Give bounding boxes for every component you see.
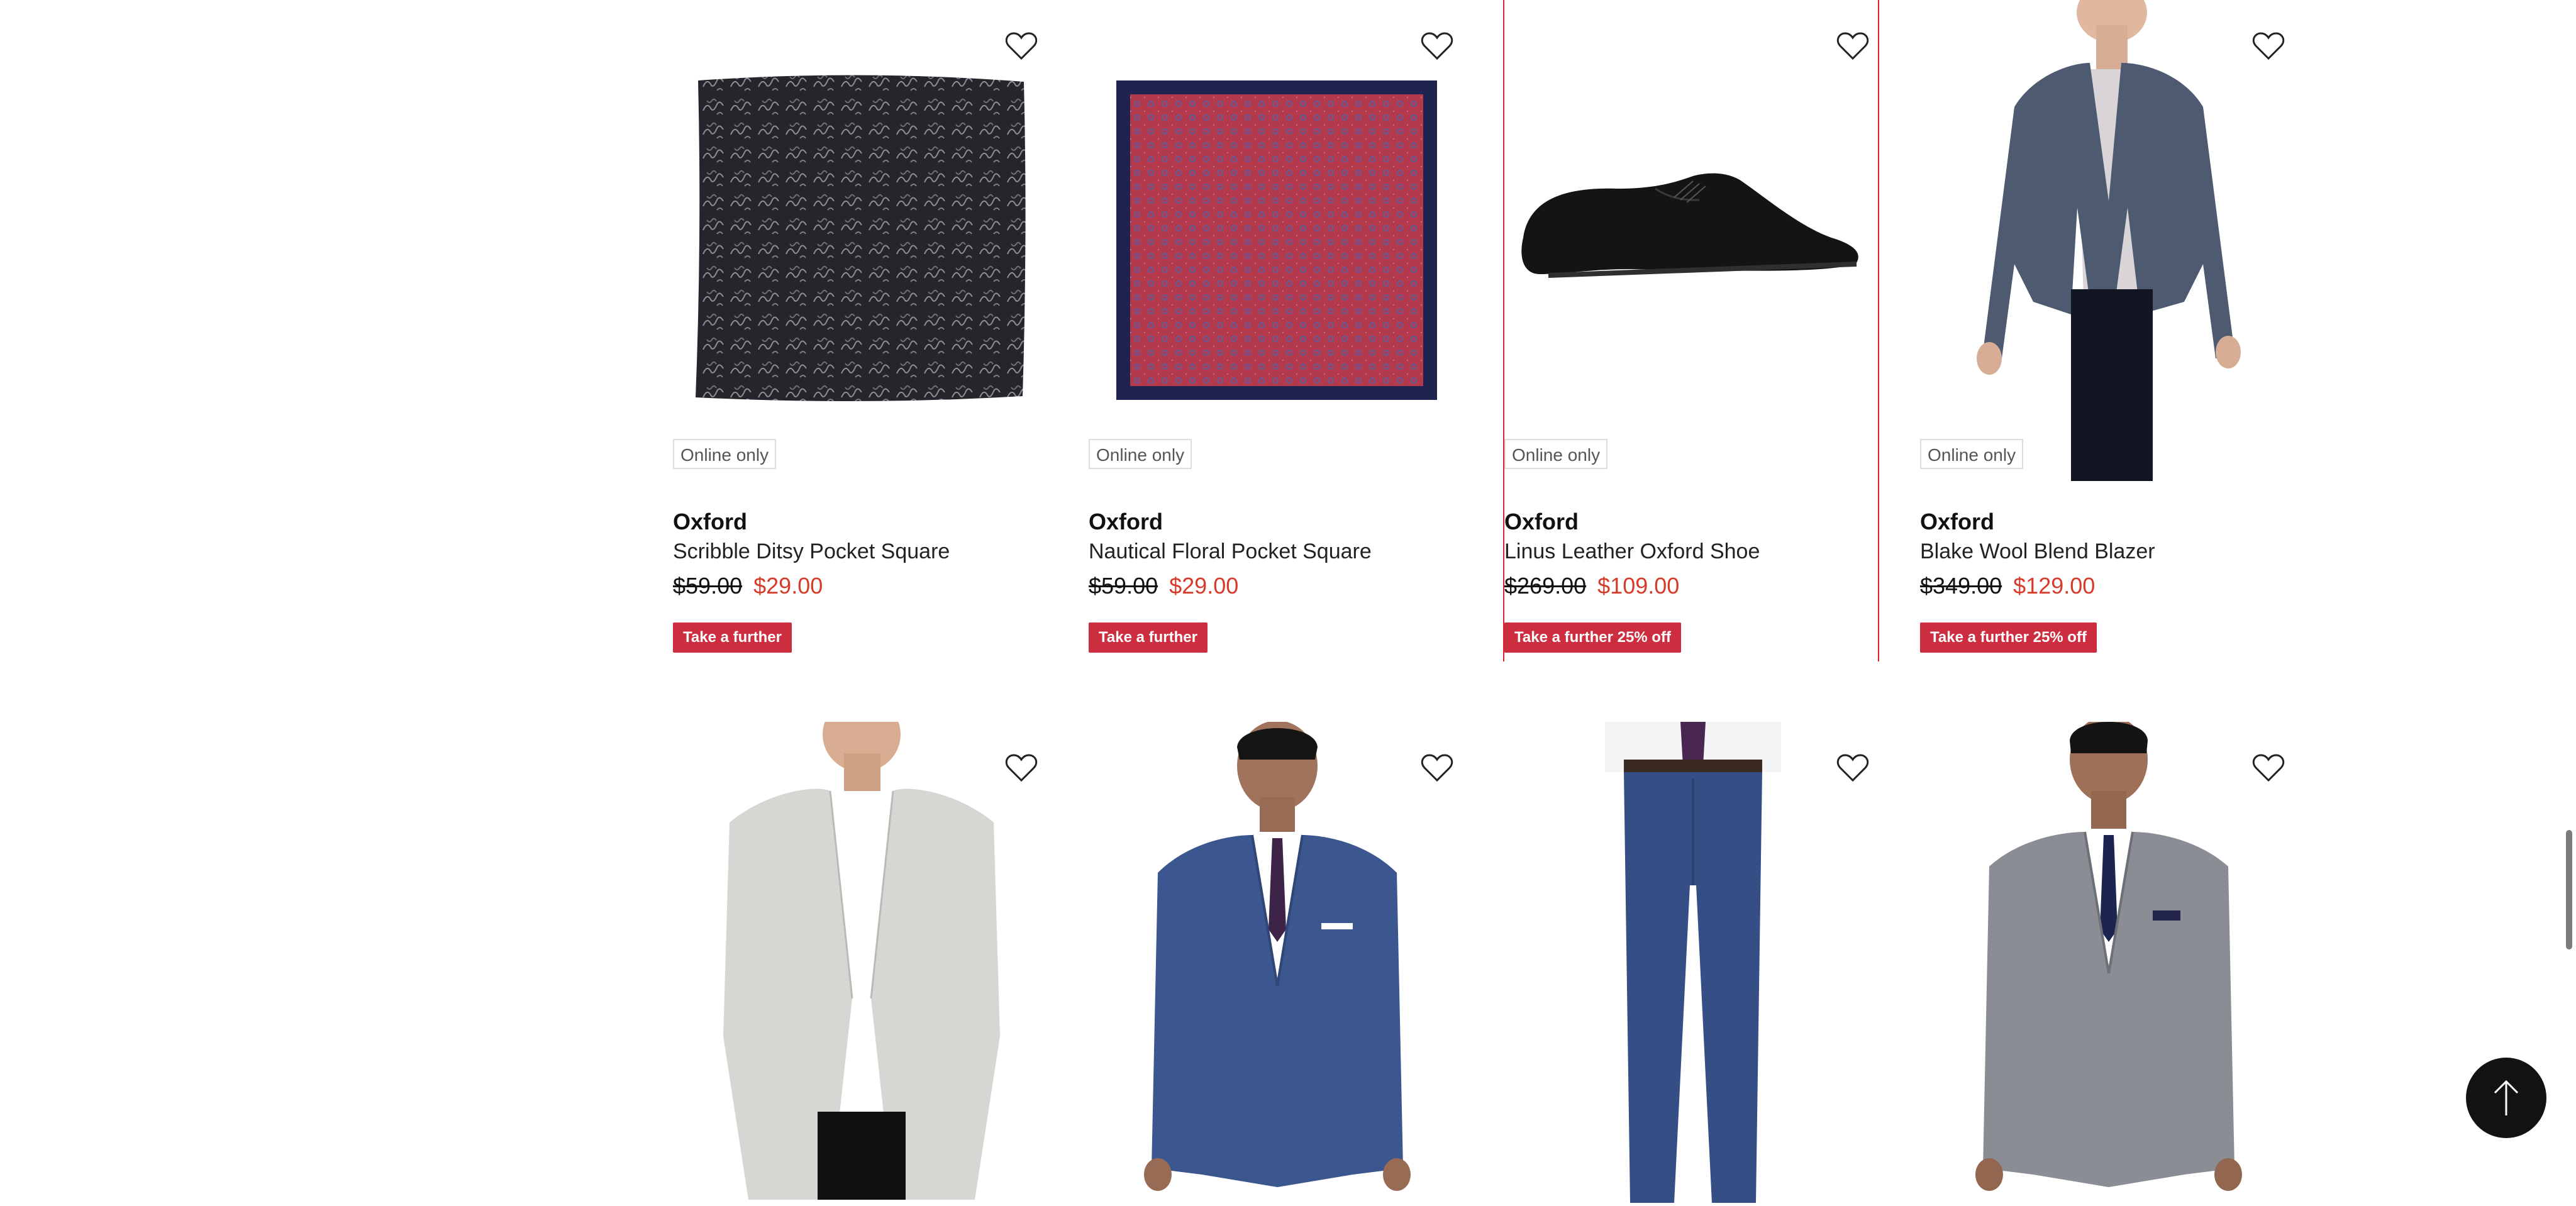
navy-blazer-model-image (1977, 0, 2241, 481)
favourite-button[interactable] (2250, 750, 2287, 787)
original-price: $59.00 (1089, 573, 1158, 599)
original-price: $269.00 (1504, 573, 1587, 599)
promo-badge: Take a further (1089, 622, 1208, 653)
sale-price: $109.00 (1597, 573, 1680, 599)
heart-outline-icon (1005, 754, 1038, 782)
online-only-badge: Online only (1089, 439, 1192, 469)
favourite-button[interactable] (1002, 28, 1040, 65)
online-only-badge: Online only (1504, 439, 1608, 469)
product-prices: $349.00 $129.00 (1920, 572, 2095, 600)
product-image[interactable] (1089, 0, 1466, 481)
favourite-button[interactable] (1002, 750, 1040, 787)
promo-badge: Take a further 25% off (1504, 622, 1681, 653)
heart-outline-icon (1836, 754, 1869, 782)
page-scrollbar[interactable] (2562, 0, 2576, 1168)
hover-outline-right (1878, 0, 1879, 661)
black-oxford-shoe-image (1521, 173, 1858, 278)
product-name[interactable]: Blake Wool Blend Blazer (1920, 538, 2155, 565)
original-price: $59.00 (673, 573, 743, 599)
sale-price: $29.00 (1169, 573, 1239, 599)
online-only-badge: Online only (673, 439, 777, 469)
scrollbar-thumb[interactable] (2566, 830, 2572, 949)
heart-outline-icon (1005, 32, 1038, 60)
light-grey-blazer-model-image (723, 697, 1000, 1200)
heart-outline-icon (1836, 32, 1869, 60)
original-price: $349.00 (1920, 573, 2002, 599)
product-image[interactable] (1504, 0, 1882, 481)
product-image[interactable] (673, 0, 1050, 481)
favourite-button[interactable] (1834, 28, 1872, 65)
product-brand[interactable]: Oxford (673, 508, 747, 536)
blue-suit-model-image (1144, 721, 1411, 1191)
product-brand[interactable]: Oxford (1920, 508, 1994, 536)
heart-outline-icon (2252, 754, 2285, 782)
favourite-button[interactable] (1834, 750, 1872, 787)
product-prices: $59.00 $29.00 (673, 572, 823, 600)
product-brand[interactable]: Oxford (1089, 508, 1163, 536)
online-only-badge: Online only (1920, 439, 2024, 469)
sale-price: $129.00 (2013, 573, 2096, 599)
product-name[interactable]: Scribble Ditsy Pocket Square (673, 538, 950, 565)
pocket-square-dark-pattern-image (696, 75, 1026, 402)
product-image[interactable] (1089, 721, 1466, 1203)
blue-suit-trousers-model-image (1605, 722, 1781, 1203)
promo-badge: Take a further 25% off (1920, 622, 2097, 653)
pocket-square-red-navy-image (1116, 80, 1437, 400)
heart-outline-icon (2252, 32, 2285, 60)
hover-outline-left (1503, 0, 1504, 661)
heart-outline-icon (1421, 32, 1453, 60)
sale-price: $29.00 (753, 573, 823, 599)
heart-outline-icon (1421, 754, 1453, 782)
favourite-button[interactable] (1418, 750, 1456, 787)
product-image[interactable] (1504, 722, 1882, 1203)
product-image[interactable] (1920, 716, 2297, 1203)
favourite-button[interactable] (1418, 28, 1456, 65)
product-name[interactable]: Linus Leather Oxford Shoe (1504, 538, 1760, 565)
promo-badge: Take a further (673, 622, 792, 653)
product-prices: $59.00 $29.00 (1089, 572, 1238, 600)
product-image[interactable] (673, 697, 1050, 1203)
scroll-to-top-button[interactable] (2466, 1058, 2546, 1138)
product-brand[interactable]: Oxford (1504, 508, 1579, 536)
product-prices: $269.00 $109.00 (1504, 572, 1679, 600)
product-name[interactable]: Nautical Floral Pocket Square (1089, 538, 1372, 565)
arrow-up-icon (2494, 1080, 2519, 1115)
product-image[interactable] (1920, 0, 2297, 481)
favourite-button[interactable] (2250, 28, 2287, 65)
grey-check-suit-model-image (1975, 716, 2242, 1191)
